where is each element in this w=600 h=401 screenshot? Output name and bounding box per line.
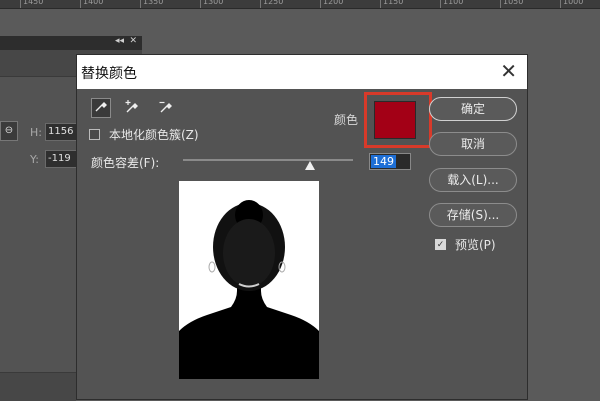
panel-bottom-strip (0, 372, 76, 401)
ruler-label: 1100 (443, 0, 464, 6)
localized-clusters-checkbox[interactable] (89, 129, 100, 140)
ruler-tick (20, 0, 21, 8)
save-button[interactable]: 存储(S)... (429, 203, 517, 227)
ruler-label: 1450 (23, 0, 44, 6)
ruler-tick (560, 0, 561, 8)
close-panel-icon[interactable]: ✕ (129, 36, 137, 46)
y-label: Y: (30, 153, 39, 166)
ruler-tick (380, 0, 381, 8)
close-icon[interactable]: ✕ (500, 60, 517, 82)
collapse-panel-icon[interactable]: ◂◂ (115, 36, 124, 46)
fuzziness-label: 颜色容差(F): (91, 156, 160, 170)
fuzziness-input[interactable]: 149 (369, 153, 411, 170)
ruler-label: 1300 (203, 0, 224, 6)
load-button[interactable]: 载入(L)... (429, 168, 517, 192)
properties-panel-header: ◂◂ ✕ (0, 36, 142, 50)
dialog-title: 替换颜色 (81, 66, 137, 82)
ruler-label: 1400 (83, 0, 104, 6)
ok-button[interactable]: 确定 (429, 97, 517, 121)
ruler-label: 1000 (563, 0, 584, 6)
dialog-titlebar[interactable]: 替换颜色 ✕ (77, 55, 527, 89)
selection-preview (179, 181, 319, 379)
fuzziness-slider-thumb[interactable] (304, 161, 315, 170)
fuzziness-slider[interactable] (183, 159, 353, 161)
ruler: 1450 1400 1350 1300 1250 1200 1150 1100 1050 1000 (0, 0, 600, 9)
eyedropper-plus-icon[interactable] (123, 98, 143, 118)
localized-clusters-label: 本地化颜色簇(Z) (109, 128, 199, 142)
cancel-button[interactable]: 取消 (429, 132, 517, 156)
ruler-tick (200, 0, 201, 8)
height-field[interactable]: 1156 (45, 123, 79, 141)
height-label: H: (30, 126, 42, 139)
preview-label: 预览(P) (455, 238, 496, 252)
ruler-tick (500, 0, 501, 8)
ruler-label: 1350 (143, 0, 164, 6)
ruler-label: 1200 (323, 0, 344, 6)
link-icon[interactable]: ⊖ (0, 121, 18, 141)
ruler-label: 1250 (263, 0, 284, 6)
ruler-tick (440, 0, 441, 8)
ruler-label: 1050 (503, 0, 524, 6)
preview-checkbox[interactable]: ✓ (435, 239, 446, 250)
ruler-tick (320, 0, 321, 8)
y-field[interactable]: -119 (45, 150, 79, 168)
eyedropper-icon[interactable] (91, 98, 111, 118)
ruler-label: 1150 (383, 0, 404, 6)
ruler-tick (260, 0, 261, 8)
ruler-tick (80, 0, 81, 8)
eyedropper-minus-icon[interactable] (157, 98, 177, 118)
ruler-tick (140, 0, 141, 8)
color-label: 颜色 (334, 113, 359, 127)
result-color-swatch[interactable] (374, 101, 416, 139)
fuzziness-value: 149 (371, 155, 396, 168)
replace-color-dialog: 替换颜色 ✕ 本地化颜色簇(Z) 颜色 颜色容差(F): 149 确定 取消 载… (76, 54, 528, 400)
